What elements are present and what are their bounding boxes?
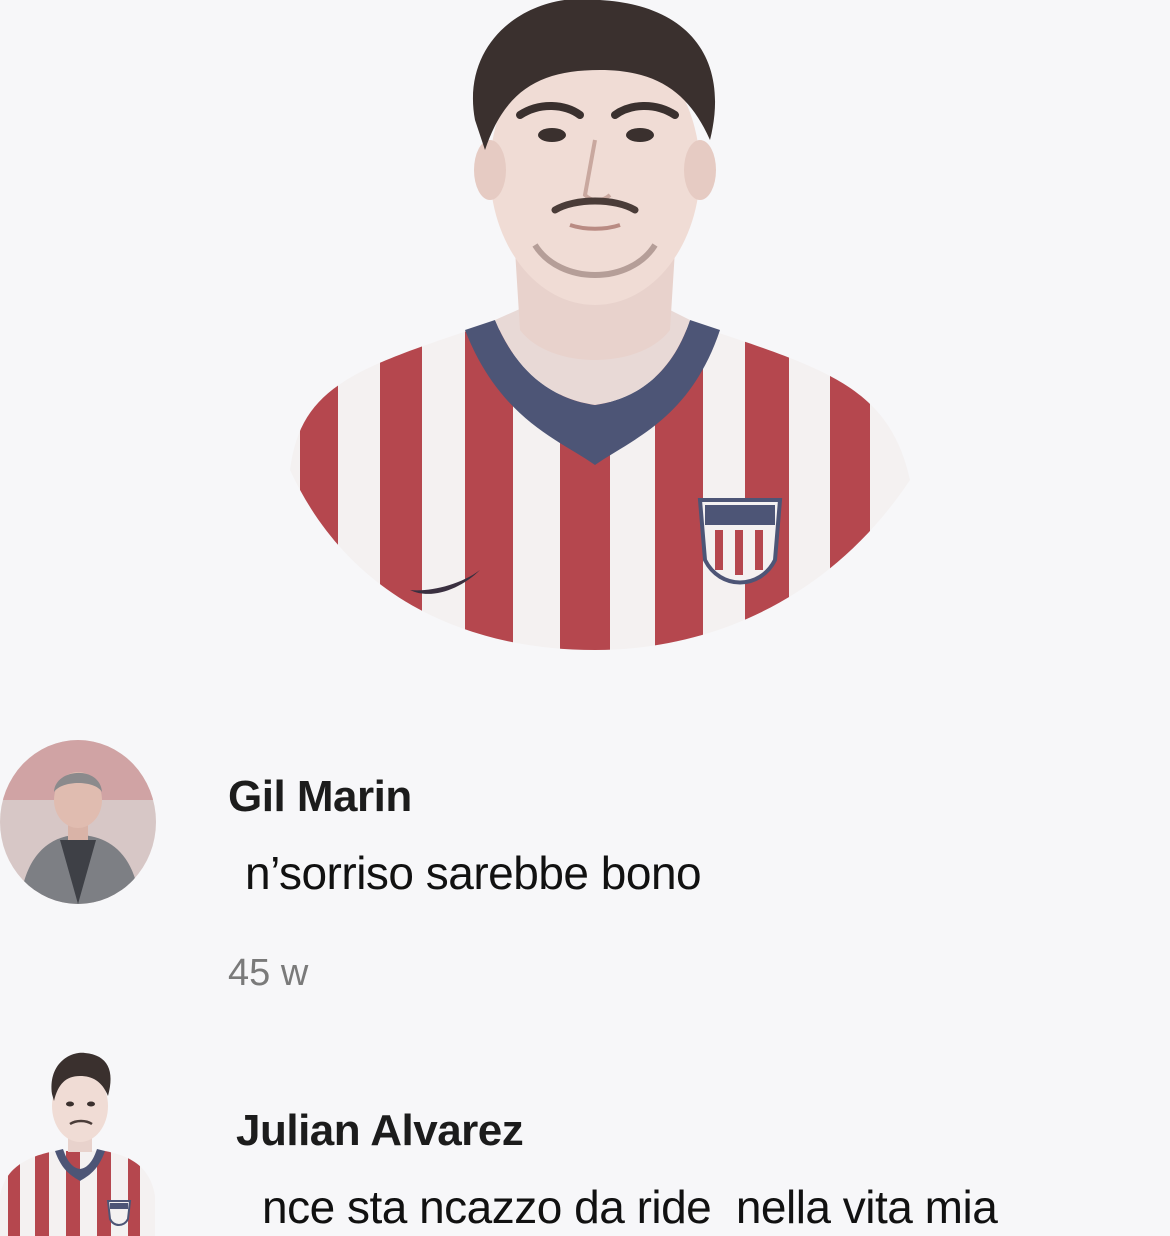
player-portrait-icon: [290, 0, 910, 650]
post-image[interactable]: [270, 0, 920, 650]
comment-timestamp: 45 w: [228, 952, 309, 994]
comment-text: nce sta ncazzo da ride nella vita mia: [262, 1181, 998, 1233]
player-cutout-avatar-icon: [0, 1052, 155, 1236]
comment-author[interactable]: Julian Alvarez: [236, 1106, 524, 1156]
comment-text: n’sorriso sarebbe bono: [245, 847, 702, 899]
user-avatar[interactable]: [0, 740, 156, 904]
man-in-suit-avatar-icon: [0, 740, 156, 904]
comment-item: Julian Alvarez nce sta ncazzo da ride ne…: [0, 1046, 1170, 1236]
comment-item: Gil Marin n’sorriso sarebbe bono 45 w: [0, 740, 1170, 1000]
user-avatar[interactable]: [0, 1046, 160, 1236]
comment-author[interactable]: Gil Marin: [228, 772, 412, 822]
